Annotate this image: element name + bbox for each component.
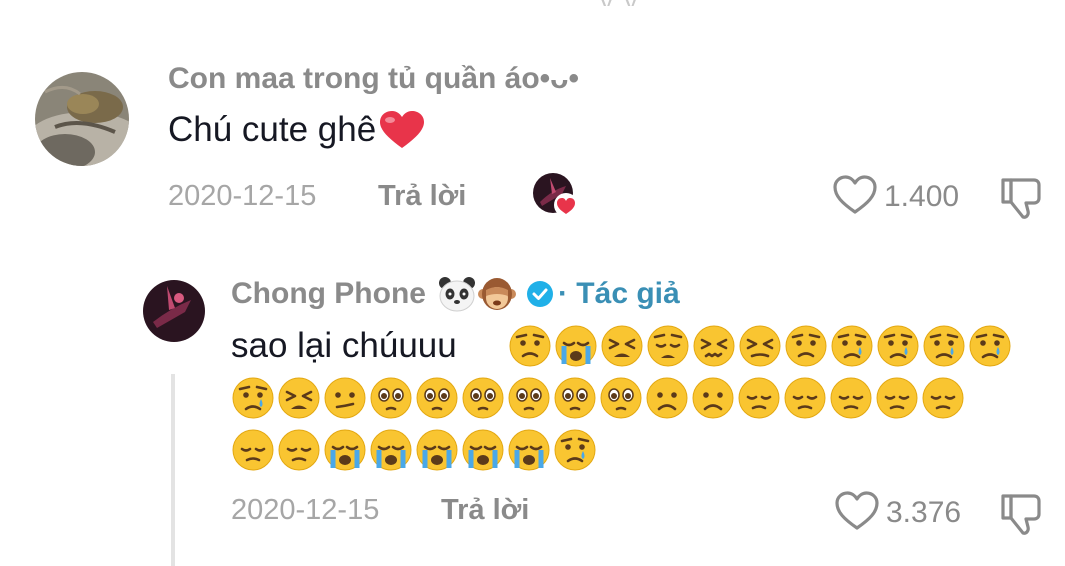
worried-emoji (784, 324, 828, 368)
sob-emoji (554, 324, 598, 368)
tired-emoji (277, 376, 321, 420)
reply-date: 2020-12-15 (231, 494, 380, 526)
like-heart-icon[interactable] (832, 174, 878, 216)
previous-comment-fragment: y y (600, 0, 1040, 6)
heart-emoji (378, 110, 426, 150)
emoji-row-2 (231, 376, 965, 420)
comment-text-content: Chú cute ghê (168, 110, 377, 149)
confounded-emoji (692, 324, 736, 368)
like-heart-icon[interactable] (834, 490, 880, 532)
cry-emoji (922, 324, 966, 368)
comment-text: Chú cute ghê (168, 110, 426, 150)
disappointed-emoji (875, 376, 919, 420)
cry-emoji (553, 428, 597, 472)
pleading-emoji (415, 376, 459, 420)
cry-emoji (968, 324, 1012, 368)
sob-emoji (323, 428, 367, 472)
panda-emoji (438, 276, 476, 312)
disappointed-emoji (921, 376, 965, 420)
comment-reply-button[interactable]: Trả lời (378, 180, 466, 213)
frown-emoji (691, 376, 735, 420)
pleading-emoji (553, 376, 597, 420)
frown-emoji (645, 376, 689, 420)
worried-emoji (508, 324, 552, 368)
reply-author-avatar[interactable] (143, 280, 205, 342)
disappointed-emoji (783, 376, 827, 420)
verified-badge-icon (526, 280, 554, 308)
sob-emoji (461, 428, 505, 472)
liked-by-creator-avatar (532, 172, 580, 220)
dislike-icon[interactable] (998, 492, 1046, 536)
emoji-row-3 (231, 428, 597, 472)
reply-reply-button[interactable]: Trả lời (441, 494, 529, 527)
comment-like-count: 1.400 (884, 180, 960, 213)
monkey-emoji (477, 276, 516, 312)
reply-thread-line (171, 374, 175, 566)
pleading-emoji (461, 376, 505, 420)
disappointed-emoji (737, 376, 781, 420)
weary-emoji (646, 324, 690, 368)
persevere-emoji (738, 324, 782, 368)
sob-emoji (507, 428, 551, 472)
tired-emoji (600, 324, 644, 368)
commenter-username[interactable]: Con maa trong tủ quần áo•ᴗ• (168, 62, 579, 96)
reply-author-line: Chong Phone · Tác giả (231, 276, 680, 312)
pleading-emoji (599, 376, 643, 420)
reply-like-count: 3.376 (886, 496, 962, 529)
disappointed-emoji (277, 428, 321, 472)
disappointed-emoji (231, 428, 275, 472)
sob-emoji (369, 428, 413, 472)
author-label: · Tác giả (557, 277, 680, 310)
confused-emoji (323, 376, 367, 420)
dislike-icon[interactable] (998, 176, 1046, 220)
disappointed-emoji (829, 376, 873, 420)
pleading-emoji (369, 376, 413, 420)
reply-username[interactable]: Chong Phone (231, 277, 426, 311)
cry-emoji (876, 324, 920, 368)
comment-date: 2020-12-15 (168, 180, 317, 212)
cry-emoji (231, 376, 275, 420)
emoji-row-1 (508, 324, 1012, 368)
commenter-avatar[interactable] (35, 72, 129, 166)
pleading-emoji (507, 376, 551, 420)
cry-emoji (830, 324, 874, 368)
sob-emoji (415, 428, 459, 472)
reply-text: sao lại chúuuu (231, 326, 457, 365)
